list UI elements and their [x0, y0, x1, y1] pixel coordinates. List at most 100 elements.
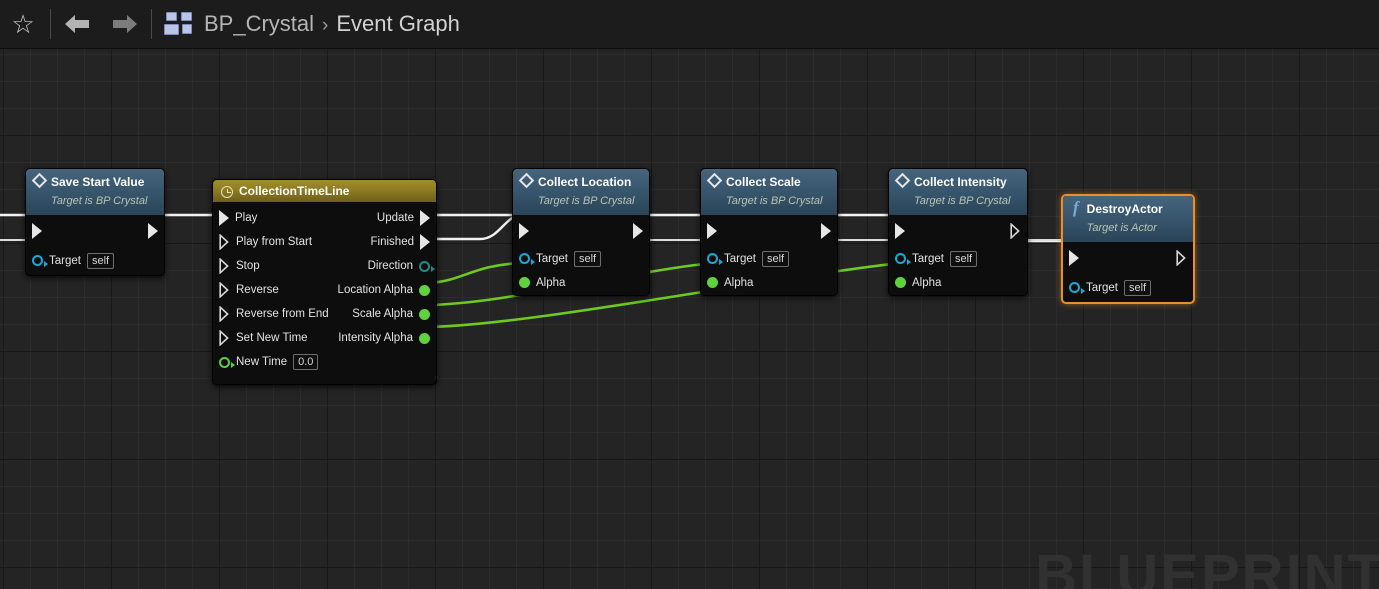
pin-label: Target [49, 254, 81, 267]
pin-label: Target [536, 252, 568, 265]
node-title: CollectionTimeLine [239, 184, 350, 198]
float-out-pin-intensity-alpha[interactable] [419, 332, 430, 344]
node-row-target: Target self [26, 247, 164, 275]
back-button[interactable] [55, 0, 101, 49]
node-row-new-time: New Time 0.0 [213, 350, 436, 374]
function-diamond-icon [706, 172, 723, 189]
node-body: Target self Alpha [889, 214, 1027, 295]
target-value-field[interactable]: self [1123, 279, 1152, 296]
exec-in-pin[interactable] [1069, 249, 1079, 266]
exec-out-pin-finished[interactable] [420, 234, 430, 250]
target-value-field[interactable]: self [761, 250, 790, 267]
pin-label: Scale Alpha [352, 308, 413, 320]
toolbar-divider-2 [151, 9, 152, 39]
pin-label: Target [724, 252, 756, 265]
exec-in-pin[interactable] [707, 222, 717, 239]
pin-label: Stop [236, 260, 260, 272]
float-in-pin-alpha[interactable] [519, 277, 530, 289]
arrow-right-icon [109, 11, 139, 37]
node-collection-timeline[interactable]: CollectionTimeLine Play Update Play from… [212, 179, 437, 385]
pin-label: Intensity Alpha [338, 332, 413, 344]
exec-out-pin[interactable] [148, 222, 158, 239]
wire-layer [0, 213, 1074, 329]
target-value-field[interactable]: self [949, 250, 978, 267]
float-in-pin-alpha[interactable] [895, 277, 906, 289]
function-f-icon: f [1073, 198, 1079, 217]
exec-in-pin-reverse-from-end[interactable] [219, 306, 230, 322]
exec-in-pin-stop[interactable] [219, 258, 230, 274]
object-in-pin[interactable] [895, 253, 911, 265]
node-title: Collect Intensity [914, 175, 1007, 189]
target-value-field[interactable]: self [86, 252, 115, 269]
exec-out-pin-update[interactable] [420, 210, 430, 226]
exec-in-pin[interactable] [519, 222, 529, 239]
object-in-pin[interactable] [707, 253, 723, 265]
node-body: Play Update Play from Start Finished Sto… [213, 202, 436, 384]
float-in-pin-alpha[interactable] [707, 277, 718, 289]
breadcrumb-item-current[interactable]: Event Graph [336, 11, 460, 37]
node-subtitle: Target is BP Crystal [914, 195, 1011, 208]
arrow-left-icon [63, 11, 93, 37]
pin-label: Target [1086, 281, 1118, 294]
object-in-pin[interactable] [1069, 282, 1085, 294]
exec-in-pin-play[interactable] [219, 210, 229, 226]
node-collect-intensity[interactable]: Collect Intensity Target is BP Crystal T… [888, 168, 1028, 296]
new-time-value-field[interactable]: 0.0 [293, 354, 319, 370]
node-header: f DestroyActor Target is Actor [1063, 196, 1193, 242]
exec-in-pin[interactable] [895, 222, 905, 239]
node-row-target: Target self [513, 247, 649, 271]
node-subtitle: Target is BP Crystal [51, 195, 148, 208]
pin-label: New Time [236, 356, 288, 368]
node-body: Target self [1063, 241, 1193, 302]
exec-out-pin[interactable] [1010, 222, 1021, 239]
breadcrumb-item-blueprint[interactable]: BP_Crystal [204, 11, 314, 37]
node-body: Target self [26, 214, 164, 275]
exec-out-pin[interactable] [1176, 249, 1187, 266]
blueprint-icon [164, 11, 194, 37]
object-in-pin[interactable] [519, 253, 535, 265]
event-graph-canvas[interactable]: Zoom -3 BLUEPRINT [0, 49, 1379, 589]
node-row-target: Target self [889, 247, 1027, 271]
pin-label: Update [376, 212, 414, 224]
node-row-alpha: Alpha [513, 271, 649, 295]
object-in-pin[interactable] [32, 255, 48, 267]
node-header: Collect Intensity Target is BP Crystal [889, 169, 1027, 215]
exec-out-pin[interactable] [633, 222, 643, 239]
forward-button[interactable] [101, 0, 147, 49]
node-row-play-from-start: Play from Start Finished [213, 230, 436, 254]
target-value-field[interactable]: self [573, 250, 602, 267]
node-subtitle: Target is BP Crystal [538, 195, 635, 208]
chevron-right-icon: › [322, 15, 329, 36]
exec-in-pin-reverse[interactable] [219, 282, 230, 298]
pin-label: Reverse from End [236, 308, 329, 320]
float-in-pin-new-time[interactable] [219, 356, 235, 368]
node-row-exec [1063, 242, 1193, 274]
node-row-target: Target self [1063, 274, 1193, 302]
graph-toolbar: ☆ BP_Crystal › Event Graph [0, 0, 1379, 49]
node-row-target: Target self [701, 247, 837, 271]
function-diamond-icon [31, 172, 48, 189]
float-out-pin-location-alpha[interactable] [419, 284, 430, 296]
exec-in-pin-play-from-start[interactable] [219, 234, 230, 250]
node-save-start-value[interactable]: Save Start Value Target is BP Crystal Ta… [25, 168, 165, 276]
node-title: DestroyActor [1086, 202, 1163, 216]
node-row-exec [513, 215, 649, 247]
pin-label: Target [912, 252, 944, 265]
node-collect-scale[interactable]: Collect Scale Target is BP Crystal Targe… [700, 168, 838, 296]
node-title: Collect Scale [726, 175, 801, 189]
exec-out-pin[interactable] [821, 222, 831, 239]
node-header: Collect Scale Target is BP Crystal [701, 169, 837, 215]
node-row-reverse: Reverse Location Alpha [213, 278, 436, 302]
float-out-pin-scale-alpha[interactable] [419, 308, 430, 320]
exec-in-pin[interactable] [32, 222, 42, 239]
node-destroy-actor[interactable]: f DestroyActor Target is Actor Target se… [1061, 194, 1195, 304]
node-collect-location[interactable]: Collect Location Target is BP Crystal Ta… [512, 168, 650, 296]
pin-label: Alpha [724, 276, 754, 289]
node-row-exec [26, 215, 164, 247]
exec-in-pin-set-new-time[interactable] [219, 330, 230, 346]
pin-label: Play [235, 212, 258, 224]
favorite-button[interactable]: ☆ [0, 0, 46, 49]
node-row-exec [701, 215, 837, 247]
enum-out-pin-direction[interactable] [419, 260, 435, 272]
star-icon: ☆ [11, 9, 35, 39]
